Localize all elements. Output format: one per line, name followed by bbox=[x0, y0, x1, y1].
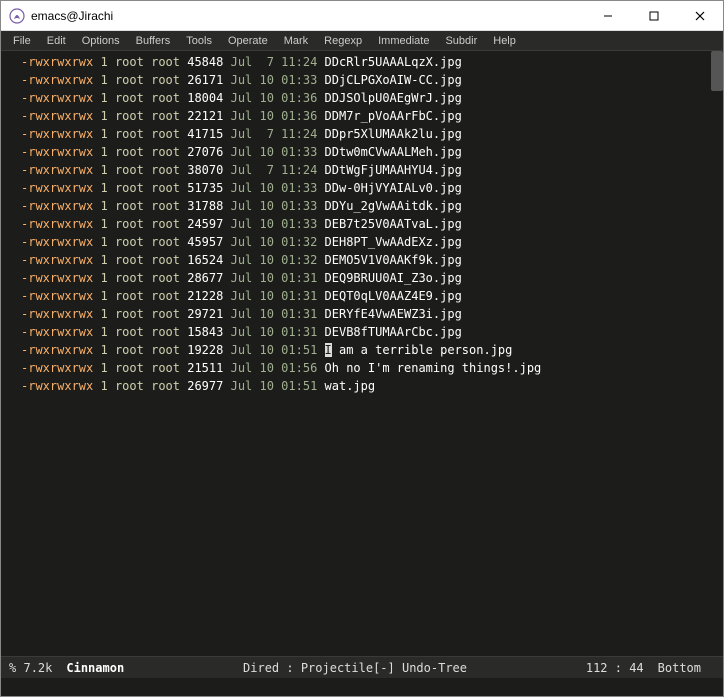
menu-operate[interactable]: Operate bbox=[220, 33, 276, 49]
close-button[interactable] bbox=[677, 1, 723, 31]
modeline-modified: % 7.2k bbox=[9, 661, 52, 675]
dired-row[interactable]: -rwxrwxrwx 1 root root 22121 Jul 10 01:3… bbox=[21, 107, 723, 125]
window-titlebar: emacs@Jirachi bbox=[1, 1, 723, 31]
dired-row[interactable]: -rwxrwxrwx 1 root root 26171 Jul 10 01:3… bbox=[21, 71, 723, 89]
dired-row[interactable]: -rwxrwxrwx 1 root root 31788 Jul 10 01:3… bbox=[21, 197, 723, 215]
menu-mark[interactable]: Mark bbox=[276, 33, 316, 49]
dired-row[interactable]: -rwxrwxrwx 1 root root 27076 Jul 10 01:3… bbox=[21, 143, 723, 161]
dired-row[interactable]: -rwxrwxrwx 1 root root 26977 Jul 10 01:5… bbox=[21, 377, 723, 395]
file-name[interactable]: DDM7r_pVoAArFbC.jpg bbox=[325, 109, 462, 123]
menu-immediate[interactable]: Immediate bbox=[370, 33, 437, 49]
file-name[interactable]: DEH8PT_VwAAdEXz.jpg bbox=[325, 235, 462, 249]
minibuffer[interactable] bbox=[1, 678, 723, 696]
dired-row[interactable]: -rwxrwxrwx 1 root root 41715 Jul 7 11:24… bbox=[21, 125, 723, 143]
file-name[interactable]: DDcRlr5UAAALqzX.jpg bbox=[325, 55, 462, 69]
app-icon bbox=[9, 8, 25, 24]
file-name[interactable]: DDjCLPGXoAIW-CC.jpg bbox=[325, 73, 462, 87]
menu-regexp[interactable]: Regexp bbox=[316, 33, 370, 49]
window-title: emacs@Jirachi bbox=[31, 9, 585, 23]
menu-options[interactable]: Options bbox=[74, 33, 128, 49]
dired-buffer[interactable]: -rwxrwxrwx 1 root root 45848 Jul 7 11:24… bbox=[1, 51, 723, 656]
file-name[interactable]: wat.jpg bbox=[325, 379, 376, 393]
file-name[interactable]: Oh no I'm renaming things!.jpg bbox=[325, 361, 542, 375]
menu-edit[interactable]: Edit bbox=[39, 33, 74, 49]
dired-row[interactable]: -rwxrwxrwx 1 root root 18004 Jul 10 01:3… bbox=[21, 89, 723, 107]
modeline-position: 112 : 44 bbox=[586, 661, 644, 675]
modeline-buffer-name: Cinnamon bbox=[66, 661, 124, 675]
dired-row[interactable]: -rwxrwxrwx 1 root root 21511 Jul 10 01:5… bbox=[21, 359, 723, 377]
file-name[interactable]: DEB7t25V0AATvaL.jpg bbox=[325, 217, 462, 231]
maximize-button[interactable] bbox=[631, 1, 677, 31]
menu-file[interactable]: File bbox=[5, 33, 39, 49]
file-name[interactable]: DEQ9BRUU0AI_Z3o.jpg bbox=[325, 271, 462, 285]
dired-row[interactable]: -rwxrwxrwx 1 root root 15843 Jul 10 01:3… bbox=[21, 323, 723, 341]
dired-row[interactable]: -rwxrwxrwx 1 root root 45957 Jul 10 01:3… bbox=[21, 233, 723, 251]
dired-row[interactable]: -rwxrwxrwx 1 root root 45848 Jul 7 11:24… bbox=[21, 53, 723, 71]
file-name[interactable]: DEQT0qLV0AAZ4E9.jpg bbox=[325, 289, 462, 303]
menu-bar: FileEditOptionsBuffersToolsOperateMarkRe… bbox=[1, 31, 723, 51]
file-name[interactable]: DDpr5XlUMAAk2lu.jpg bbox=[325, 127, 462, 141]
dired-row[interactable]: -rwxrwxrwx 1 root root 38070 Jul 7 11:24… bbox=[21, 161, 723, 179]
file-name[interactable]: DDYu_2gVwAAitdk.jpg bbox=[325, 199, 462, 213]
menu-subdir[interactable]: Subdir bbox=[437, 33, 485, 49]
minimize-button[interactable] bbox=[585, 1, 631, 31]
dired-row[interactable]: -rwxrwxrwx 1 root root 16524 Jul 10 01:3… bbox=[21, 251, 723, 269]
menu-tools[interactable]: Tools bbox=[178, 33, 220, 49]
dired-row[interactable]: -rwxrwxrwx 1 root root 19228 Jul 10 01:5… bbox=[21, 341, 723, 359]
dired-row[interactable]: -rwxrwxrwx 1 root root 24597 Jul 10 01:3… bbox=[21, 215, 723, 233]
file-name[interactable]: DDJSOlpU0AEgWrJ.jpg bbox=[325, 91, 462, 105]
file-name[interactable]: DDtw0mCVwAALMeh.jpg bbox=[325, 145, 462, 159]
file-name[interactable]: DEVB8fTUMAArCbc.jpg bbox=[325, 325, 462, 339]
modeline-modes: Dired : Projectile[-] Undo-Tree bbox=[243, 661, 467, 675]
dired-row[interactable]: -rwxrwxrwx 1 root root 28677 Jul 10 01:3… bbox=[21, 269, 723, 287]
modeline-scroll: Bottom bbox=[658, 661, 701, 675]
file-name[interactable]: DERYfE4VwAEWZ3i.jpg bbox=[325, 307, 462, 321]
dired-row[interactable]: -rwxrwxrwx 1 root root 21228 Jul 10 01:3… bbox=[21, 287, 723, 305]
dired-row[interactable]: -rwxrwxrwx 1 root root 51735 Jul 10 01:3… bbox=[21, 179, 723, 197]
menu-buffers[interactable]: Buffers bbox=[128, 33, 179, 49]
mode-line: % 7.2k Cinnamon Dired : Projectile[-] Un… bbox=[1, 656, 723, 678]
file-name[interactable]: DDtWgFjUMAAHYU4.jpg bbox=[325, 163, 462, 177]
menu-help[interactable]: Help bbox=[485, 33, 524, 49]
file-name[interactable]: I am a terrible person.jpg bbox=[325, 343, 513, 357]
dired-row[interactable]: -rwxrwxrwx 1 root root 29721 Jul 10 01:3… bbox=[21, 305, 723, 323]
file-name[interactable]: DEMO5V1V0AAKf9k.jpg bbox=[325, 253, 462, 267]
scrollbar-thumb[interactable] bbox=[711, 51, 723, 91]
file-name[interactable]: DDw-0HjVYAIALv0.jpg bbox=[325, 181, 462, 195]
